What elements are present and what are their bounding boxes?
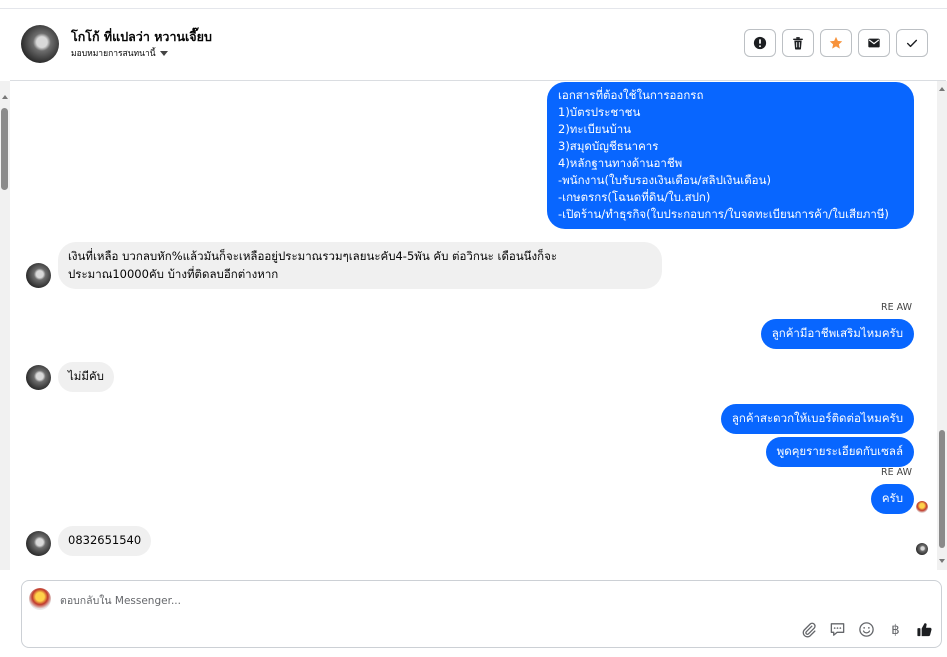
top-border (0, 0, 947, 9)
conversation-header: โกโก้ ที่แปลว่า หวานเจี๊ยบ มอบหมายการสนท… (10, 9, 946, 81)
message-line: 3)สมุดบัญชีธนาคาร (558, 139, 659, 153)
message-bubble-outgoing[interactable]: พูดคุยรายระเอียดกับเซลล์ (765, 437, 914, 467)
contact-avatar[interactable] (21, 25, 59, 63)
exclamation-icon (753, 36, 767, 50)
message-text: 0832651540 (68, 533, 142, 547)
message-text: ลูกค้ามีอาชีพเสริมไหมครับ (771, 326, 903, 340)
thumbs-up-icon[interactable] (916, 621, 933, 638)
baht-icon[interactable]: ฿ (887, 621, 904, 638)
message-line: -เกษตรกร(โฉนดที่ดิน/ใบ.สปก) (558, 190, 711, 204)
trash-icon (793, 37, 803, 50)
message-line: -พนักงาน(ใบรับรองเงินเดือน/สลิปเงินเดือน… (558, 173, 771, 187)
message-bubble-incoming[interactable]: 0832651540 (58, 526, 152, 556)
mark-spam-button[interactable] (744, 29, 776, 57)
right-scrollbar[interactable] (937, 81, 947, 570)
scroll-up-arrow-icon[interactable] (939, 87, 945, 91)
left-scrollbar[interactable] (0, 81, 10, 570)
message-bubble-outgoing[interactable]: เอกสารที่ต้องใช้ในการออกรถ 1)บัตรประชาชน… (547, 82, 914, 229)
composer-tools: ฿ (800, 621, 933, 638)
envelope-icon (868, 38, 880, 48)
message-line: 4)หลักฐานทางด้านอาชีพ (558, 156, 683, 170)
sender-label: RE AW (881, 467, 912, 478)
mark-unread-button[interactable] (858, 29, 890, 57)
scroll-up-arrow-icon[interactable] (2, 95, 8, 99)
conversation-actions (744, 29, 928, 57)
message-line: เอกสารที่ต้องใช้ในการออกรถ (558, 88, 704, 102)
message-text: ไม่มีคับ (68, 369, 104, 383)
reply-input[interactable] (60, 593, 660, 609)
message-text: พูดคุยรายระเอียดกับเซลล์ (776, 444, 903, 458)
sender-label: RE AW (881, 302, 912, 313)
assign-conversation-label: มอบหมายการสนทนานี้ (71, 49, 156, 59)
paperclip-icon[interactable] (800, 621, 817, 638)
message-line: เงินที่เหลือ บวกลบหัก%แล้วมันก็จะเหลืออย… (68, 249, 558, 263)
message-bubble-incoming[interactable]: ไม่มีคับ (58, 362, 114, 392)
svg-text:฿: ฿ (891, 623, 899, 638)
message-text: ครับ (881, 491, 903, 505)
mark-done-button[interactable] (896, 29, 928, 57)
speech-bubble-icon[interactable] (829, 621, 846, 638)
message-text: ลูกค้าสะดวกให้เบอร์ติดต่อไหมครับ (731, 411, 903, 425)
seen-indicator-avatar (916, 501, 928, 513)
contact-avatar-small[interactable] (26, 531, 51, 556)
star-button[interactable] (820, 29, 852, 57)
left-scroll-thumb[interactable] (1, 108, 8, 190)
star-icon (829, 36, 843, 49)
reply-composer[interactable]: ฿ (21, 580, 942, 648)
smiley-icon[interactable] (858, 621, 875, 638)
read-receipt-avatar (916, 543, 928, 555)
contact-avatar-small[interactable] (26, 263, 51, 288)
message-bubble-incoming[interactable]: เงินที่เหลือ บวกลบหัก%แล้วมันก็จะเหลืออย… (58, 242, 662, 289)
message-line: ประมาณ10000คับ บ้างที่ติดลบอีกต่างหาก (68, 266, 279, 281)
message-bubble-outgoing[interactable]: ลูกค้าสะดวกให้เบอร์ติดต่อไหมครับ (720, 404, 914, 434)
page-avatar (29, 588, 51, 610)
message-bubble-outgoing[interactable]: ครับ (870, 484, 914, 514)
contact-avatar-small[interactable] (26, 365, 51, 390)
message-line: 1)บัตรประชาชน (558, 105, 641, 119)
message-thread[interactable]: เอกสารที่ต้องใช้ในการออกรถ 1)บัตรประชาชน… (10, 81, 936, 570)
message-line: -เปิดร้าน/ทำธุรกิจ(ใบประกอบการ/ใบจดทะเบี… (558, 207, 889, 221)
message-line: 2)ทะเบียนบ้าน (558, 122, 632, 136)
assign-conversation-dropdown[interactable]: มอบหมายการสนทนานี้ (71, 46, 168, 60)
message-bubble-outgoing[interactable]: ลูกค้ามีอาชีพเสริมไหมครับ (760, 319, 914, 349)
scroll-down-arrow-icon[interactable] (939, 559, 945, 563)
delete-button[interactable] (782, 29, 814, 57)
right-scroll-thumb[interactable] (939, 430, 945, 548)
contact-name[interactable]: โกโก้ ที่แปลว่า หวานเจี๊ยบ (71, 27, 212, 47)
caret-down-icon (159, 50, 168, 56)
check-icon (906, 39, 918, 48)
